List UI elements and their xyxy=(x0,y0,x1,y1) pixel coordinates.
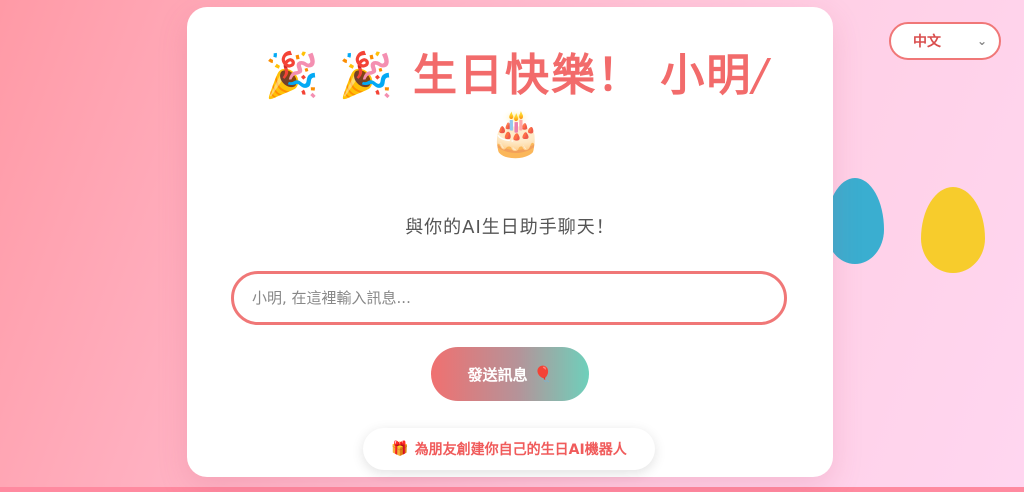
subtitle: 與你的AI生日助手聊天！ xyxy=(405,217,615,238)
yellow-balloon-decoration xyxy=(921,187,985,273)
message-input-wrapper xyxy=(231,271,787,325)
create-bot-label: 為朋友創建你自己的生日AI機器人 xyxy=(414,442,627,458)
create-bot-button[interactable]: 🎁 為朋友創建你自己的生日AI機器人 xyxy=(363,428,655,470)
send-message-button[interactable]: 發送訊息 🎈 xyxy=(431,347,589,401)
send-button-label: 發送訊息 xyxy=(467,365,528,384)
language-select-value: 中文 xyxy=(913,34,941,50)
chevron-down-icon: ⌄ xyxy=(976,34,987,48)
page-title: 🎉 🎉 生日快樂！ 小明/ 🎂 xyxy=(227,47,807,163)
party-popper-icon: 🎉 xyxy=(264,50,322,101)
gift-icon: 🎁 xyxy=(391,441,409,457)
blue-balloon-decoration xyxy=(826,178,884,264)
balloon-icon: 🎈 xyxy=(533,365,553,383)
chat-card: 🎉 🎉 生日快樂！ 小明/ 🎂 與你的AI生日助手聊天！ 發送訊息 🎈 🎁 為朋… xyxy=(187,7,833,477)
title-text: 生日快樂！ 小明 xyxy=(413,50,753,101)
party-popper-icon: 🎉 xyxy=(338,50,396,101)
title-slash: / xyxy=(752,50,770,101)
birthday-cake-icon: 🎂 xyxy=(488,108,546,159)
message-input[interactable] xyxy=(234,274,784,322)
bottom-strip xyxy=(0,487,1024,492)
language-select[interactable]: 中文 ⌄ xyxy=(889,22,1001,60)
